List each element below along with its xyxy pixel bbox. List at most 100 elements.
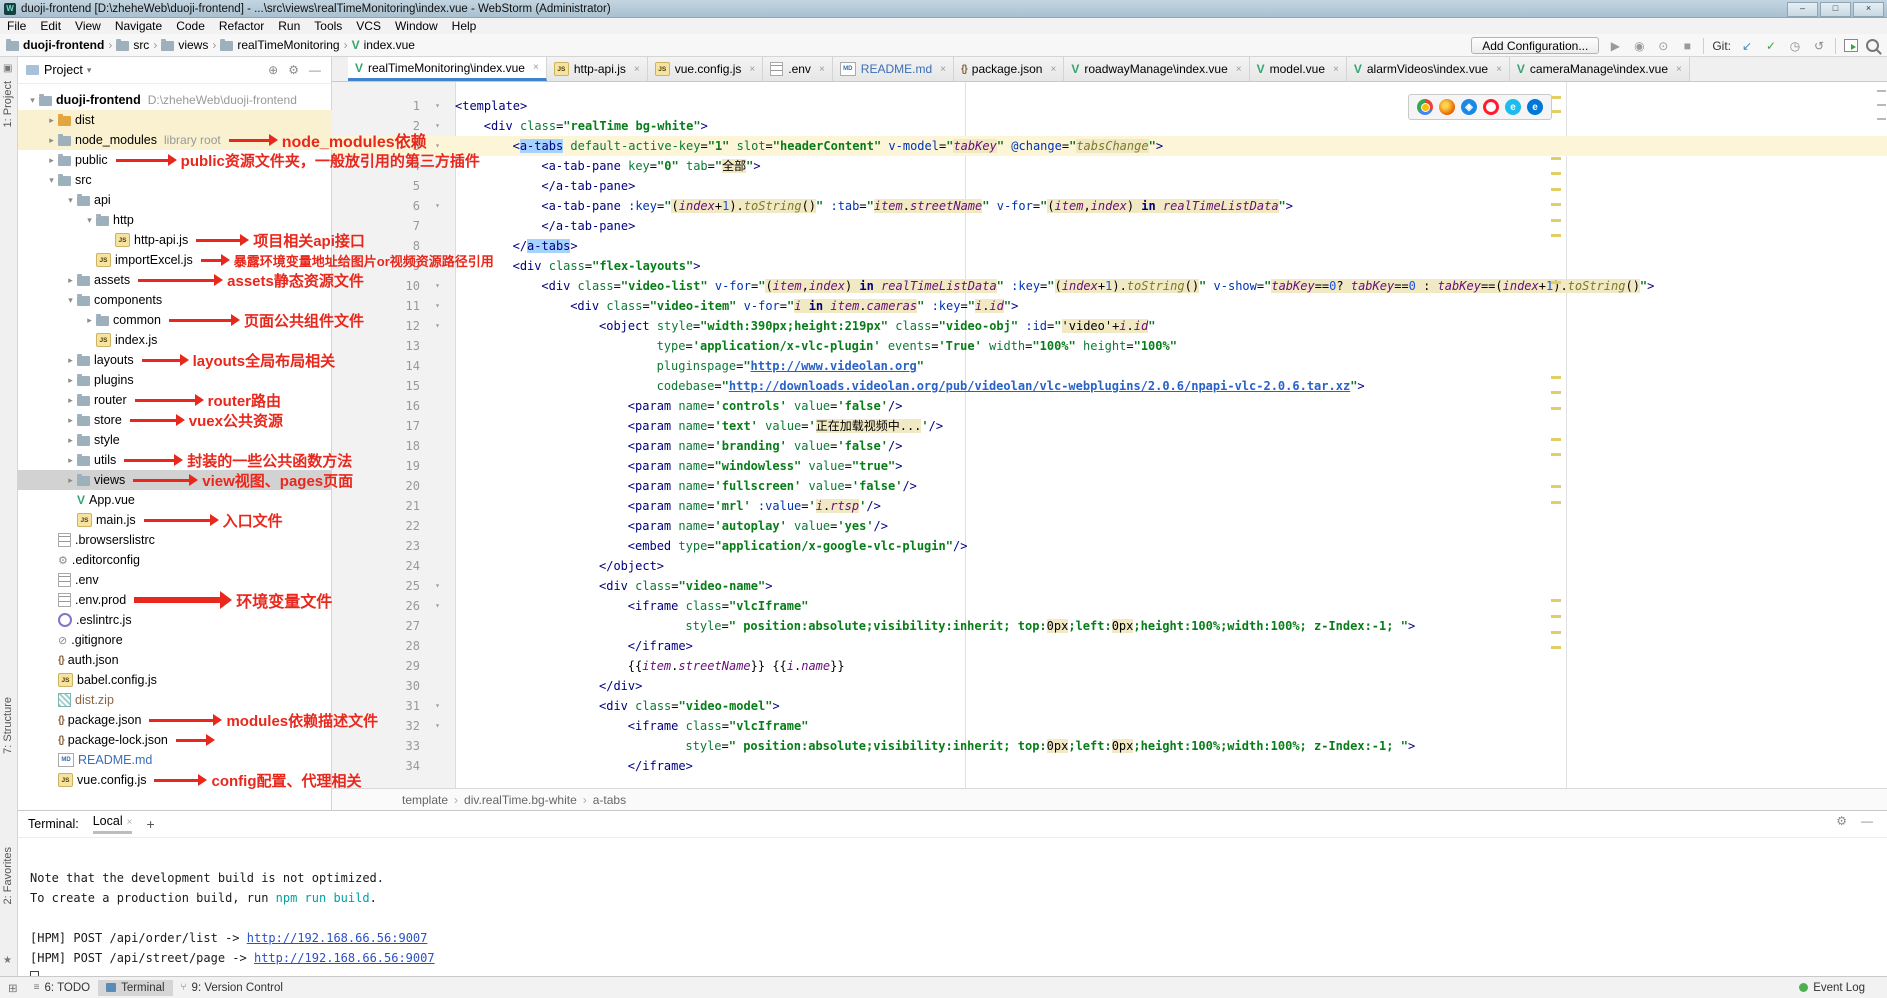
git-history-icon[interactable]: ◷ — [1787, 39, 1803, 53]
code-line-22[interactable]: 22<param name='autoplay' value='yes'/> — [332, 516, 1887, 536]
code-line-24[interactable]: 24</object> — [332, 556, 1887, 576]
code-line-25[interactable]: 25▾<div class="video-name"> — [332, 576, 1887, 596]
code-line-31[interactable]: 31▾<div class="video-model"> — [332, 696, 1887, 716]
minimize-button[interactable]: ‒ — [1787, 2, 1818, 17]
tree-item-.browserslistrc[interactable]: .browserslistrc — [18, 530, 332, 550]
code-line-32[interactable]: 32▾<iframe class="vlcIframe" — [332, 716, 1887, 736]
code-line-4[interactable]: 4▾<a-tab-pane key="0" tab="全部"> — [332, 156, 1887, 176]
terminal-output[interactable]: Note that the development build is not o… — [18, 838, 1887, 988]
expand-arrow-icon[interactable]: ▸ — [64, 275, 77, 286]
tree-item-package.json[interactable]: {}package.jsonmodules依赖描述文件 — [18, 710, 332, 730]
warning-stripe-mark[interactable] — [1551, 172, 1561, 175]
warning-stripe-mark[interactable] — [1551, 453, 1561, 456]
menu-help[interactable]: Help — [445, 19, 484, 33]
opera-browser-icon[interactable] — [1483, 99, 1499, 115]
fold-marker-icon[interactable]: ▾ — [420, 716, 455, 736]
statusbar-event-log[interactable]: Event Log — [1791, 980, 1873, 996]
tree-item-views[interactable]: ▸viewsview视图、pages页面 — [18, 470, 332, 490]
tree-item-layouts[interactable]: ▸layoutslayouts全局布局相关 — [18, 350, 332, 370]
warning-stripe-mark[interactable] — [1551, 234, 1561, 237]
code-line-10[interactable]: 10▾<div class="video-list" v-for="(item,… — [332, 276, 1887, 296]
menu-run[interactable]: Run — [271, 19, 307, 33]
code-line-20[interactable]: 20<param name='fullscreen' value='false'… — [332, 476, 1887, 496]
tree-item-duoji-frontend[interactable]: ▾duoji-frontendD:\zheheWeb\duoji-fronten… — [18, 90, 332, 110]
safari-browser-icon[interactable]: ◈ — [1461, 99, 1477, 115]
close-icon[interactable]: × — [749, 64, 755, 75]
code-line-26[interactable]: 26▾<iframe class="vlcIframe" — [332, 596, 1887, 616]
close-button[interactable]: × — [1853, 2, 1884, 17]
tree-item-utils[interactable]: ▸utils封装的一些公共函数方法 — [18, 450, 332, 470]
warning-stripe-mark[interactable] — [1551, 599, 1561, 602]
menu-tools[interactable]: Tools — [307, 19, 349, 33]
editor-tab-realTimeMonitoring-index.vue[interactable]: VrealTimeMonitoring\index.vue× — [348, 57, 547, 81]
editor-tab-README.md[interactable]: MDREADME.md× — [833, 57, 954, 81]
warning-stripe-mark[interactable] — [1551, 376, 1561, 379]
run-anything-icon[interactable] — [1844, 39, 1858, 52]
expand-arrow-icon[interactable]: ▸ — [64, 395, 77, 406]
close-icon[interactable]: × — [819, 64, 825, 75]
code-line-21[interactable]: 21<param name='mrl' :value='i.rtsp'/> — [332, 496, 1887, 516]
close-icon[interactable]: × — [1676, 64, 1682, 75]
code-line-17[interactable]: 17<param name='text' value='正在加载视频中...'/… — [332, 416, 1887, 436]
code-line-29[interactable]: 29{{item.streetName}} {{i.name}} — [332, 656, 1887, 676]
code-line-14[interactable]: 14pluginspage="http://www.videolan.org" — [332, 356, 1887, 376]
expand-arrow-icon[interactable]: ▾ — [64, 195, 77, 206]
close-icon[interactable]: × — [1496, 64, 1502, 75]
warning-stripe-mark[interactable] — [1551, 203, 1561, 206]
warning-stripe-mark[interactable] — [1551, 501, 1561, 504]
warning-stripe-mark[interactable] — [1551, 110, 1561, 113]
close-icon[interactable]: × — [1236, 64, 1242, 75]
warning-stripe-mark[interactable] — [1551, 281, 1561, 284]
code-line-27[interactable]: 27style=" position:absolute;visibility:i… — [332, 616, 1887, 636]
fold-marker-icon[interactable]: ▾ — [420, 696, 455, 716]
menu-file[interactable]: File — [0, 19, 33, 33]
breadcrumb-item-duoji-frontend[interactable]: duoji-frontend — [6, 38, 104, 52]
statusbar-6-todo[interactable]: ≡6: TODO — [26, 980, 98, 996]
git-rollback-icon[interactable]: ↺ — [1811, 39, 1827, 53]
warning-stripe-mark[interactable] — [1551, 438, 1561, 441]
breadcrumb-item-index.vue[interactable]: Vindex.vue — [352, 38, 415, 52]
editor-tab-cameraManage-index.vue[interactable]: VcameraManage\index.vue× — [1510, 57, 1690, 81]
fold-marker-icon[interactable]: ▾ — [420, 276, 455, 296]
expand-arrow-icon[interactable]: ▾ — [26, 95, 39, 106]
tree-item-src[interactable]: ▾src — [18, 170, 332, 190]
tree-item-api[interactable]: ▾api — [18, 190, 332, 210]
statusbar-terminal[interactable]: Terminal — [98, 980, 172, 996]
rail-structure-button[interactable]: 7: Structure — [2, 697, 14, 754]
menu-vcs[interactable]: VCS — [349, 19, 388, 33]
terminal-settings-gear-icon[interactable]: ⚙ — [1836, 814, 1847, 828]
code-line-9[interactable]: 9<div class="flex-layouts"> — [332, 256, 1887, 276]
expand-arrow-icon[interactable]: ▸ — [64, 375, 77, 386]
code-line-12[interactable]: 12▾<object style="width:390px;height:219… — [332, 316, 1887, 336]
editor[interactable]: 1▾<template>2▾<div class="realTime bg-wh… — [332, 82, 1887, 788]
code-line-30[interactable]: 30</div> — [332, 676, 1887, 696]
new-terminal-session-button[interactable]: + — [146, 816, 154, 832]
code-line-33[interactable]: 33style=" position:absolute;visibility:i… — [332, 736, 1887, 756]
chrome-browser-icon[interactable] — [1417, 99, 1433, 115]
close-icon[interactable]: × — [533, 62, 539, 73]
warning-stripe-mark[interactable] — [1551, 96, 1561, 99]
project-panel-header[interactable]: Project ▾ ⊕ ⚙ — — [18, 57, 331, 84]
tree-item-.editorconfig[interactable]: ⚙.editorconfig — [18, 550, 332, 570]
code-line-8[interactable]: 8</a-tabs> — [332, 236, 1887, 256]
breadcrumb-item-views[interactable]: views — [161, 38, 208, 52]
rail-favorites-button[interactable]: 2: Favorites — [2, 847, 14, 904]
terminal-hide-icon[interactable]: — — [1861, 814, 1873, 828]
code-line-16[interactable]: 16<param name='controls' value='false'/> — [332, 396, 1887, 416]
menu-view[interactable]: View — [68, 19, 108, 33]
warning-stripe-mark[interactable] — [1551, 391, 1561, 394]
warning-stripe-mark[interactable] — [1551, 615, 1561, 618]
tree-item-style[interactable]: ▸style — [18, 430, 332, 450]
code-line-15[interactable]: 15codebase="http://downloads.videolan.or… — [332, 376, 1887, 396]
tree-item-dist.zip[interactable]: dist.zip — [18, 690, 332, 710]
tree-item-dist[interactable]: ▸dist — [18, 110, 332, 130]
fold-marker-icon[interactable]: ▾ — [420, 596, 455, 616]
breadcrumb-item-src[interactable]: src — [116, 38, 149, 52]
tree-item-public[interactable]: ▸publicpublic资源文件夹，一般放引用的第三方插件 — [18, 150, 332, 170]
editor-tab-alarmVideos-index.vue[interactable]: ValarmVideos\index.vue× — [1347, 57, 1510, 81]
code-line-3[interactable]: 3▾<a-tabs default-active-key="1" slot="h… — [332, 136, 1887, 156]
fold-marker-icon[interactable]: ▾ — [420, 196, 455, 216]
expand-arrow-icon[interactable]: ▸ — [45, 155, 58, 166]
editor-tab-package.json[interactable]: {}package.json× — [954, 57, 1064, 81]
tree-item-main.js[interactable]: JSmain.js入口文件 — [18, 510, 332, 530]
